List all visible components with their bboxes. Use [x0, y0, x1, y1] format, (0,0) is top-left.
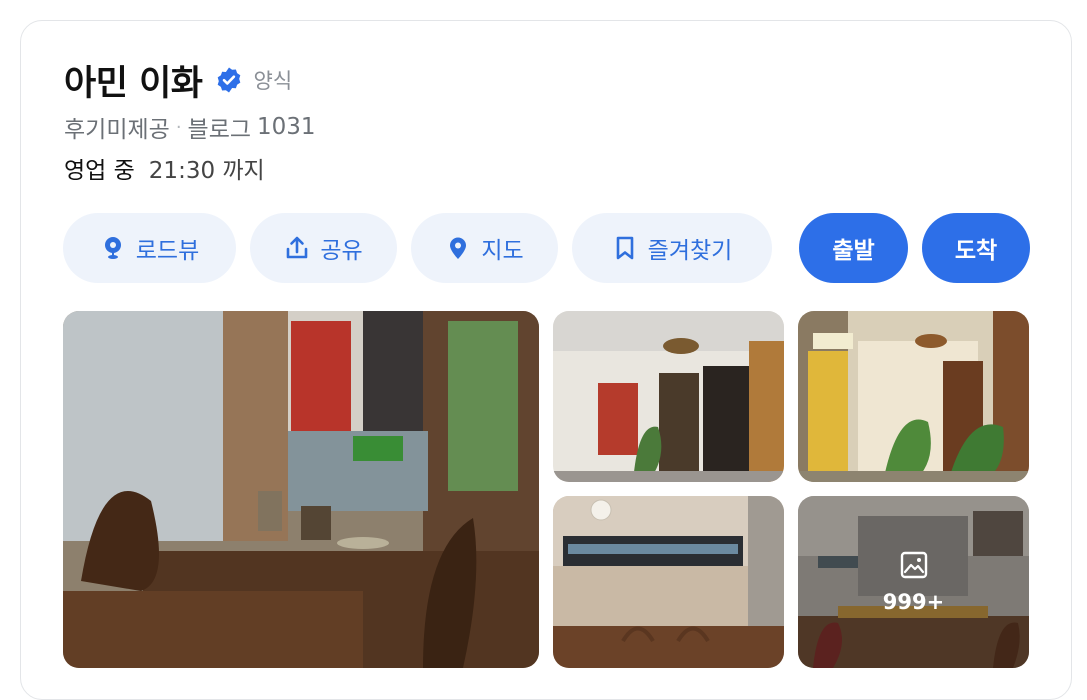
arrive-button[interactable]: 도착	[922, 213, 1030, 283]
more-photos-overlay[interactable]: 999+	[798, 496, 1029, 668]
share-label: 공유	[320, 238, 363, 264]
bookmark-icon	[616, 236, 633, 260]
place-name[interactable]: 아민 이화	[64, 55, 203, 106]
roadview-pin-icon	[104, 237, 121, 259]
share-button[interactable]: 공유	[250, 213, 397, 283]
share-upload-icon	[287, 236, 308, 259]
review-meta: 후기미제공 · 블로그 1031	[64, 110, 316, 144]
gallery-photo-main[interactable]	[63, 311, 539, 668]
roadview-button[interactable]: 로드뷰	[63, 213, 236, 283]
blog-count[interactable]: 1031	[257, 114, 316, 140]
blog-label[interactable]: 블로그	[188, 110, 251, 144]
more-photos-count: 999+	[882, 590, 945, 614]
business-hours[interactable]: 영업 중 21:30 까지	[64, 151, 265, 185]
place-card: 아민 이화 양식 후기미제공 · 블로그 1031 영업 중 21:30 까지 …	[20, 20, 1072, 700]
bookmark-label: 즐겨찾기	[647, 238, 733, 264]
hours-until: 21:30 까지	[148, 158, 265, 184]
gallery-photo-3[interactable]	[798, 311, 1029, 482]
map-label: 지도	[481, 238, 524, 264]
place-category: 양식	[253, 69, 293, 93]
gallery-photo-more[interactable]: 999+	[798, 496, 1029, 668]
gallery-photo-2[interactable]	[553, 311, 784, 482]
title-row: 아민 이화 양식	[64, 55, 293, 106]
verified-badge-icon	[217, 67, 240, 93]
map-pin-icon	[450, 237, 467, 259]
arrive-label: 도착	[954, 238, 998, 264]
reviews-label: 후기미제공	[64, 117, 170, 143]
bookmark-button[interactable]: 즐겨찾기	[572, 213, 772, 283]
map-button[interactable]: 지도	[411, 213, 558, 283]
gallery-photo-4[interactable]	[553, 496, 784, 668]
hours-status: 영업 중	[64, 158, 135, 184]
roadview-label: 로드뷰	[135, 238, 200, 264]
photo-gallery-icon	[900, 551, 927, 579]
depart-button[interactable]: 출발	[799, 213, 908, 283]
depart-label: 출발	[832, 238, 875, 264]
meta-separator: ·	[175, 116, 182, 138]
